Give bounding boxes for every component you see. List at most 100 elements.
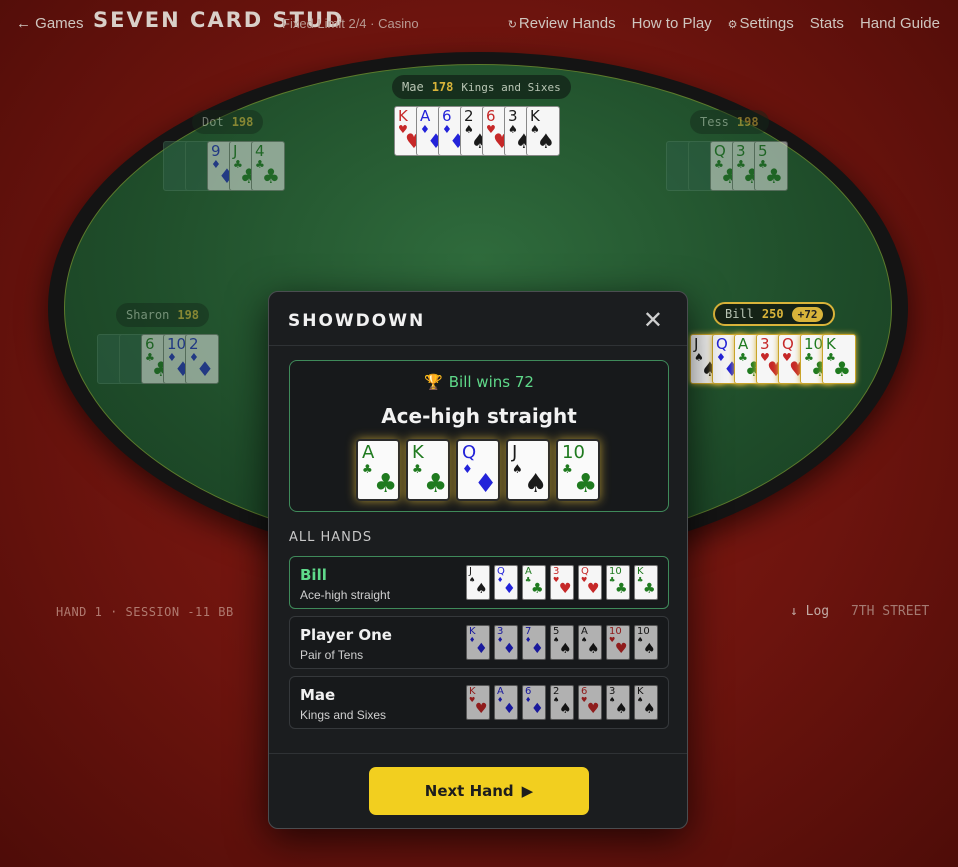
card-suit-small: ♦ — [462, 462, 473, 476]
card-rank: 3 — [760, 335, 770, 353]
card-suit-large: ♠ — [643, 641, 656, 657]
card-suit-small: ♠ — [512, 462, 523, 476]
card-suit-large: ♠ — [559, 641, 572, 657]
card-suit-small: ♣ — [412, 462, 423, 476]
card-rank: A — [420, 107, 431, 125]
table-hand-mae: K ♥ ♥ A ♦ ♦ 6 ♦ ♦ 2 ♠ ♠ 6 ♥ ♥ 3 ♠ ♠ K ♠ ♠ — [394, 106, 560, 156]
table-hand-bill: J ♠ ♠ Q ♦ ♦ A ♣ ♣ 3 ♥ ♥ Q ♥ ♥ 10 ♣ ♣ K ♣ ♣ — [690, 334, 856, 384]
log-toggle[interactable]: ↓ Log — [790, 604, 829, 619]
playing-card: K ♠ ♠ — [526, 106, 560, 156]
playing-card: 6 ♦ ♦ — [522, 685, 546, 720]
playing-card: Q ♥ ♥ — [578, 565, 602, 600]
close-icon[interactable]: ✕ — [643, 306, 663, 335]
seat-stack: 250 — [761, 307, 784, 321]
card-rank: 10 — [804, 335, 824, 353]
card-rank: 10 — [562, 442, 585, 463]
card-suit-large: ♣ — [374, 469, 398, 499]
footer-right: ↓ Log 7TH STREET — [790, 604, 929, 619]
card-suit-large: ♦ — [474, 469, 498, 499]
card-rank: 2 — [189, 335, 199, 353]
seat-badge-mae: Mae 178 Kings and Sixes — [392, 75, 571, 99]
nav-settings[interactable]: ⚙ Settings — [728, 15, 794, 32]
card-rank: 3 — [736, 142, 746, 160]
playing-card: 10 ♥ ♥ — [606, 625, 630, 660]
card-rank: J — [512, 442, 518, 463]
card-rank: 6 — [442, 107, 452, 125]
table-hand-tess: Q ♣ ♣ 3 ♣ ♣ 5 ♣ ♣ — [666, 141, 788, 191]
card-rank: A — [738, 335, 749, 353]
nav-stats[interactable]: Stats — [810, 15, 844, 32]
card-rank: Q — [714, 142, 726, 160]
playing-card: 3 ♦ ♦ — [494, 625, 518, 660]
card-suit-large: ♠ — [615, 701, 628, 717]
seat-badge-sharon: Sharon 198 — [116, 303, 210, 327]
card-suit-large: ♦ — [531, 701, 544, 717]
result-player-name: Player One — [300, 626, 392, 644]
playing-card: K ♣ ♣ — [634, 565, 658, 600]
card-suit-large: ♠ — [537, 129, 555, 153]
seat-name: Dot — [202, 115, 224, 129]
nav-hand-guide[interactable]: Hand Guide — [860, 15, 940, 32]
street-indicator: 7TH STREET — [850, 604, 930, 619]
playing-card: K ♠ ♠ — [634, 685, 658, 720]
nav-settings-label: Settings — [739, 15, 794, 32]
playing-card: A ♠ ♠ — [578, 625, 602, 660]
next-hand-label: Next Hand — [424, 782, 514, 800]
card-suit-large: ♥ — [559, 581, 572, 597]
card-suit-large: ♦ — [531, 641, 544, 657]
result-row-player-one: Player One Pair of Tens K ♦ ♦ 3 ♦ ♦ 7 ♦ ♦ 5 ♠ ♠ A ♠ ♠ 1… — [289, 616, 669, 669]
seat-stack: 198 — [736, 115, 759, 129]
modal-header: SHOWDOWN ✕ — [269, 292, 687, 346]
card-suit-large: ♦ — [503, 581, 516, 597]
card-suit-large: ♦ — [196, 357, 214, 381]
card-rank: K — [530, 107, 540, 125]
card-suit-large: ♥ — [615, 641, 628, 657]
back-to-games-link[interactable]: ← Games — [16, 15, 84, 32]
playing-card: 2 ♦ ♦ — [185, 334, 219, 384]
top-bar: ← Games SEVEN CARD STUD Fixed Limit 2/4 … — [0, 0, 958, 48]
result-hand-name: Pair of Tens — [300, 648, 364, 662]
card-rank: A — [362, 442, 375, 463]
result-cards: K ♥ ♥ A ♦ ♦ 6 ♦ ♦ 2 ♠ ♠ 6 ♥ ♥ 3 ♠ ♠ K ♠ ♠ — [466, 685, 658, 720]
card-suit-large: ♥ — [587, 701, 600, 717]
nav-how-to-play[interactable]: How to Play — [632, 15, 712, 32]
top-nav: ↻ Review Hands How to Play ⚙ Settings Stat… — [508, 15, 940, 32]
card-suit-large: ♣ — [531, 581, 544, 597]
playing-card: A ♦ ♦ — [494, 685, 518, 720]
card-suit-large: ♣ — [615, 581, 628, 597]
card-suit-large: ♠ — [475, 581, 488, 597]
playing-card: 7 ♦ ♦ — [522, 625, 546, 660]
result-player-name: Bill — [300, 566, 327, 584]
card-rank: J — [694, 335, 699, 353]
playing-card: 10 ♣ ♣ — [606, 565, 630, 600]
seat-name: Tess — [700, 115, 729, 129]
card-suit-large: ♣ — [643, 581, 656, 597]
next-hand-button[interactable]: Next Hand ▶ — [369, 767, 589, 815]
trophy-icon: 🏆 — [424, 373, 443, 391]
card-rank: 3 — [508, 107, 518, 125]
seat-stack: 198 — [231, 115, 254, 129]
playing-card: 10 ♣ ♣ — [556, 439, 600, 501]
result-player-name: Mae — [300, 686, 336, 704]
playing-card: 6 ♥ ♥ — [578, 685, 602, 720]
gear-icon: ⚙ — [727, 19, 738, 31]
card-suit-large: ♦ — [475, 641, 488, 657]
card-rank: 9 — [211, 142, 221, 160]
card-suit-small: ♣ — [562, 462, 573, 476]
card-suit-large: ♥ — [587, 581, 600, 597]
card-suit-large: ♠ — [559, 701, 572, 717]
result-hand-name: Ace-high straight — [300, 588, 391, 602]
playing-card: 10 ♠ ♠ — [634, 625, 658, 660]
winner-line: 🏆 Bill wins 72 — [290, 373, 668, 391]
nav-review-hands[interactable]: ↻ Review Hands — [508, 15, 616, 32]
seat-stack: 178 — [431, 80, 454, 94]
playing-card: A ♣ ♣ — [522, 565, 546, 600]
game-subtitle: Fixed Limit 2/4 · Casino — [282, 16, 419, 31]
card-suit-large: ♣ — [765, 164, 783, 188]
playing-card: K ♣ ♣ — [406, 439, 450, 501]
card-suit-large: ♠ — [587, 641, 600, 657]
playing-card: Q ♦ ♦ — [456, 439, 500, 501]
seat-badge-bill: Bill 250 +72 — [713, 302, 836, 326]
card-rank: 10 — [167, 335, 187, 353]
card-rank: Q — [782, 335, 794, 353]
